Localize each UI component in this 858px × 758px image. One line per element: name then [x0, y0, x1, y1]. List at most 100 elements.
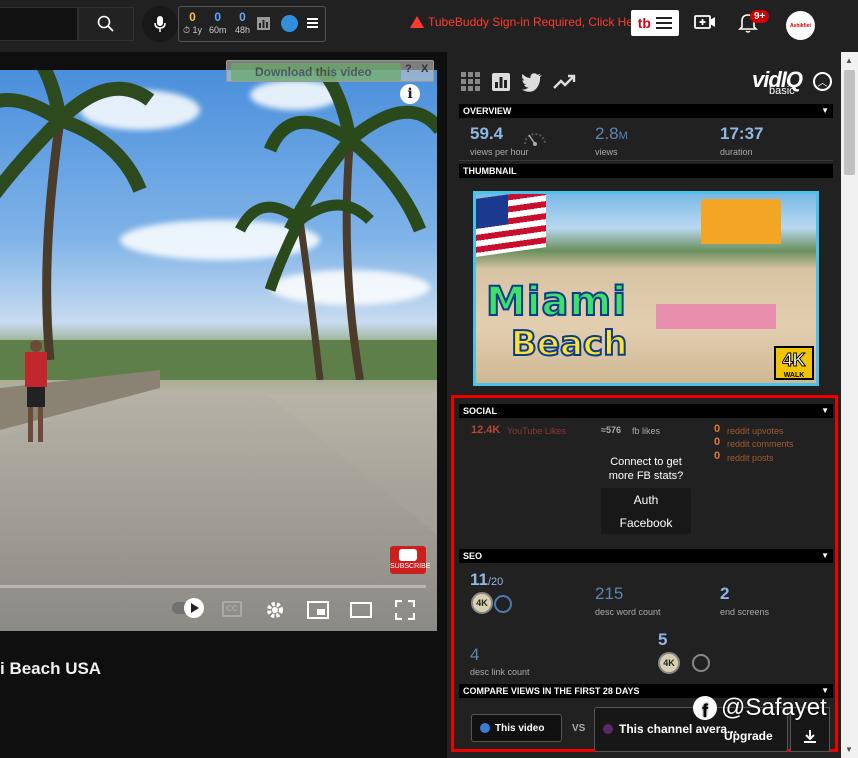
subscribe-watermark[interactable]: SUBSCRIBE [390, 546, 430, 574]
reddit-upvotes-value: 0 [714, 423, 721, 435]
reddit-posts-value: 0 [714, 450, 721, 462]
youtube-likes-value: 12.4K [471, 424, 501, 436]
download-video-button[interactable]: Download this video [231, 63, 401, 81]
voice-search-button[interactable] [142, 6, 178, 42]
tubebuddy-logo-icon[interactable] [281, 15, 298, 32]
search-button[interactable] [78, 7, 134, 41]
trending-icon[interactable] [553, 72, 577, 92]
connect-facebook-prompt: Connect to get more FB stats? [608, 456, 684, 482]
stats-chart-icon[interactable] [491, 72, 511, 92]
beach-towel [656, 304, 776, 329]
theater-mode-icon[interactable] [350, 602, 372, 618]
fb-likes-value: ≈576 [601, 425, 621, 435]
watermark: f @Safayet [693, 694, 827, 722]
avatar[interactable]: Ashikfiet [786, 11, 815, 40]
thumbnail-4k-badge: 4K WALK [774, 346, 814, 380]
tag-count-value: 5 [658, 630, 668, 649]
speed-gauge-icon [524, 133, 546, 146]
dropdown-arrow-icon: ▼ [821, 106, 829, 115]
menu-icon [656, 17, 673, 29]
youtube-play-icon [399, 549, 417, 561]
divider [459, 160, 833, 161]
views-per-hour-value: 59.4 [470, 124, 504, 143]
search-icon [97, 15, 114, 32]
palm-tree [235, 70, 437, 380]
video-player[interactable] [0, 70, 437, 631]
scroll-up-icon[interactable]: ▲ [845, 56, 853, 65]
youtube-likes-label: YouTube Likes [507, 426, 566, 436]
thumbnail-title-line2: Beach [510, 323, 628, 365]
reddit-posts-label: reddit posts [727, 453, 774, 463]
tubebuddy-menu-button[interactable]: tb [631, 10, 679, 36]
dropdown-arrow-icon: ▼ [821, 551, 829, 560]
desc-link-count-value: 4 [470, 645, 480, 664]
tubebuddy-stat-48h: 0 48h [235, 10, 251, 35]
captions-button[interactable]: CC [222, 601, 242, 617]
views-label: views [595, 147, 618, 157]
palm-tree [0, 70, 155, 360]
scroll-down-icon[interactable]: ▼ [845, 745, 853, 754]
end-screens-value: 2 [720, 584, 730, 603]
us-flag-icon [476, 194, 546, 257]
settings-gear-icon[interactable] [265, 600, 285, 620]
info-icon[interactable]: i [400, 84, 420, 104]
seo-header[interactable]: SEO ▼ [459, 549, 833, 563]
thumbnail-title-line1: Miami [485, 278, 627, 326]
desc-link-count-label: desc link count [470, 667, 530, 677]
lifeguard-tower [701, 199, 781, 244]
tag-4k-badge: 4K [658, 652, 680, 674]
fullscreen-icon[interactable] [395, 600, 415, 620]
dropdown-arrow-icon: ▼ [821, 406, 829, 415]
reddit-upvotes-label: reddit upvotes [727, 426, 784, 436]
auth-facebook-button[interactable]: Auth Facebook [601, 488, 691, 534]
blue-dot-icon [480, 723, 490, 733]
tubebuddy-stats[interactable]: 0 ⏱ 1y 0 60m 0 48h [178, 6, 326, 42]
vs-label: VS [572, 723, 586, 734]
duration-label: duration [720, 147, 753, 157]
collapse-chevron-up-icon[interactable]: ︿ [813, 72, 832, 91]
tag-rank-icon [692, 654, 710, 672]
boardwalk [0, 390, 437, 631]
twitter-icon[interactable] [521, 72, 543, 92]
tubebuddy-stat-1y: 0 ⏱ 1y [183, 10, 203, 35]
duration-value: 17:37 [720, 124, 764, 143]
hamburger-icon[interactable] [307, 18, 318, 28]
desc-word-count-label: desc word count [595, 607, 661, 617]
video-title: i Beach USA [0, 659, 102, 678]
video-thumbnail[interactable]: Miami Beach 4K WALK [473, 191, 819, 386]
tubebuddy-logo-icon: tb [637, 15, 651, 31]
overview-header[interactable]: OVERVIEW ▼ [459, 104, 833, 118]
facebook-icon: f [693, 696, 717, 720]
upgrade-button[interactable]: Upgrade [724, 729, 773, 743]
views-value: 2.8M [595, 124, 628, 143]
warning-icon [410, 16, 424, 28]
tubebuddy-signin-warning[interactable]: TubeBuddy Sign-in Required, Click Here [410, 15, 644, 29]
video-progress-bar[interactable] [0, 585, 426, 588]
purple-dot-icon [603, 724, 613, 734]
reddit-comments-label: reddit comments [727, 439, 794, 449]
this-video-toggle[interactable]: This video [471, 714, 562, 742]
seo-link-icon [494, 595, 512, 613]
help-icon[interactable]: ? [405, 63, 412, 75]
views-per-hour-label: views per hour [470, 147, 529, 157]
microphone-icon [154, 16, 166, 32]
social-header[interactable]: SOCIAL ▼ [459, 404, 833, 418]
miniplayer-icon[interactable] [307, 601, 329, 619]
close-icon[interactable]: X [421, 63, 428, 75]
grid-icon[interactable] [461, 72, 481, 92]
create-video-icon[interactable] [694, 13, 716, 31]
runner-figure [22, 340, 52, 445]
desc-word-count-value: 215 [595, 584, 624, 603]
tubebuddy-stat-60m: 0 60m [209, 10, 227, 35]
scrollbar-thumb[interactable] [844, 70, 855, 175]
end-screens-label: end screens [720, 607, 770, 617]
search-input[interactable] [0, 7, 78, 41]
thumbnail-header[interactable]: THUMBNAIL [459, 164, 833, 178]
vidiq-toolbar [461, 72, 577, 92]
download-icon [804, 730, 816, 743]
seo-score-value: 11/20 [470, 570, 504, 589]
fb-likes-label: fb likes [632, 426, 661, 436]
bar-chart-icon[interactable] [257, 17, 270, 30]
notification-count-badge: 9+ [750, 10, 770, 23]
autoplay-toggle[interactable] [172, 598, 204, 618]
